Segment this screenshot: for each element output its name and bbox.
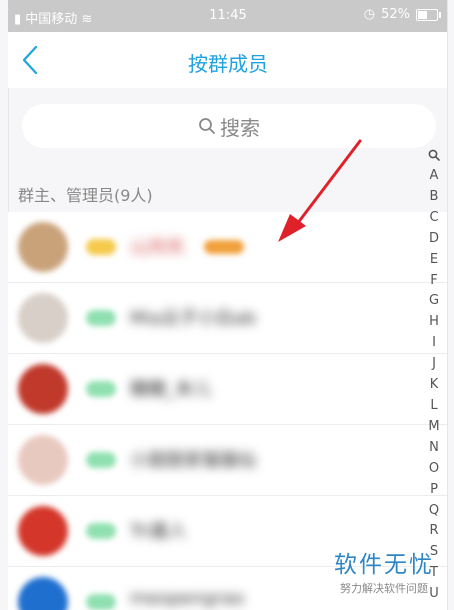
index-search-icon[interactable] <box>422 144 446 166</box>
level-badge <box>204 240 244 254</box>
index-letter[interactable]: K <box>422 375 446 396</box>
index-letter[interactable]: B <box>422 187 446 208</box>
avatar <box>18 506 68 556</box>
member-nickname: Tri嘉人 <box>130 521 187 542</box>
avatar <box>18 435 68 485</box>
member-nickname: meopengrao <box>130 588 245 609</box>
index-letter[interactable]: D <box>422 229 446 250</box>
role-tag <box>86 239 116 255</box>
index-letter[interactable]: A <box>422 166 446 187</box>
index-letter[interactable]: F <box>422 271 446 292</box>
section-header: 群主、管理员(9人) <box>18 186 153 205</box>
member-row[interactable]: 糖糖_本儿 <box>8 353 448 424</box>
battery-icon <box>416 8 441 21</box>
index-letter[interactable]: G <box>422 291 446 312</box>
alphabet-index[interactable]: ABCDEFGHIJKLMNOPQRSTU <box>422 144 446 605</box>
member-nickname: 糖糖_本儿 <box>130 379 211 400</box>
watermark: 软件无忧 努力解决软件问题 <box>334 545 434 596</box>
index-letter[interactable]: O <box>422 459 446 480</box>
index-letter[interactable]: C <box>422 208 446 229</box>
member-row[interactable]: 山岚岚 <box>8 212 448 282</box>
index-letter[interactable]: R <box>422 521 446 542</box>
role-tag <box>86 381 116 397</box>
watermark-slogan: 努力解决软件问题 <box>340 582 428 595</box>
status-bar: ▮ 中国移动 ≋ 11:45 ◷ 52% <box>8 0 448 32</box>
index-letter[interactable]: L <box>422 396 446 417</box>
search-icon <box>199 118 215 134</box>
member-row[interactable]: Mia云子小白ab <box>8 282 448 353</box>
app-frame: ▮ 中国移动 ≋ 11:45 ◷ 52% 按群成员 搜索 群主、管理员(9人) … <box>8 0 448 610</box>
avatar <box>18 222 68 272</box>
role-tag <box>86 310 116 326</box>
member-nickname: Mia云子小白ab <box>130 308 257 329</box>
page-title: 按群成员 <box>188 52 268 76</box>
index-letter[interactable]: E <box>422 250 446 271</box>
role-tag <box>86 452 116 468</box>
role-tag <box>86 594 116 610</box>
nav-bar: 按群成员 <box>8 32 448 88</box>
avatar <box>18 577 68 610</box>
index-letter[interactable]: Q <box>422 501 446 522</box>
search-input[interactable]: 搜索 <box>22 104 436 148</box>
index-letter[interactable]: M <box>422 417 446 438</box>
avatar <box>18 364 68 414</box>
index-letter[interactable]: N <box>422 438 446 459</box>
alarm-icon: ◷ <box>363 7 376 22</box>
index-letter[interactable]: I <box>422 333 446 354</box>
member-nickname: 小甜甜家猫猫仙 <box>130 450 256 471</box>
watermark-brand: 软件无忧 <box>334 552 434 578</box>
member-row[interactable]: 小甜甜家猫猫仙 <box>8 424 448 495</box>
index-letter[interactable]: P <box>422 480 446 501</box>
index-letter[interactable]: H <box>422 312 446 333</box>
battery-percent: 52% <box>381 7 410 22</box>
index-letter[interactable]: J <box>422 354 446 375</box>
member-nickname: 山岚岚 <box>130 237 184 258</box>
avatar <box>18 293 68 343</box>
role-tag <box>86 523 116 539</box>
search-placeholder: 搜索 <box>220 115 260 140</box>
